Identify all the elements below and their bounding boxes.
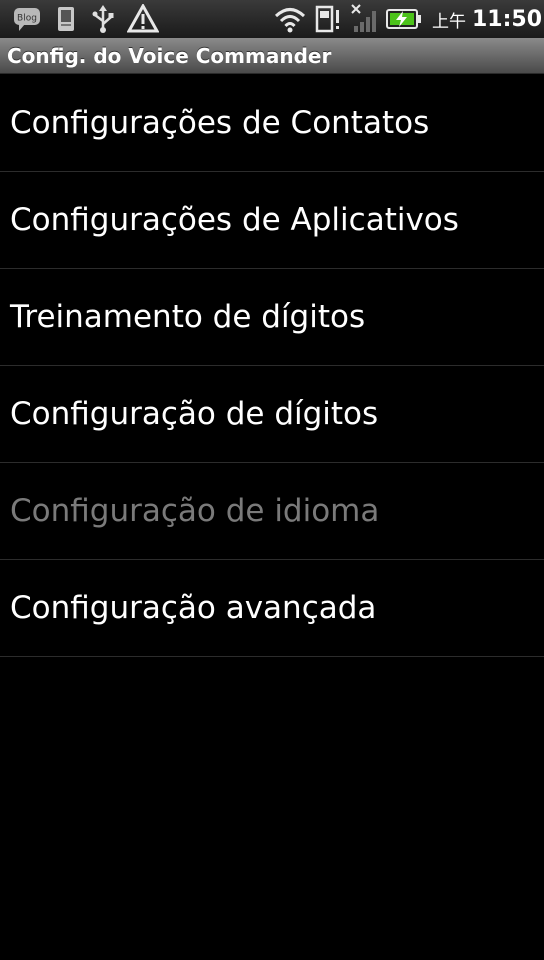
title-bar: Config. do Voice Commander (0, 38, 544, 74)
list-item-digit-training[interactable]: Treinamento de dígitos (0, 269, 544, 366)
page-title: Config. do Voice Commander (7, 44, 332, 68)
list-item-label: Configuração avançada (10, 590, 377, 626)
list-item-label: Configurações de Contatos (10, 105, 430, 141)
list-item-contacts-settings[interactable]: Configurações de Contatos (0, 75, 544, 172)
status-bar: Blog 上午 11:50 (0, 0, 544, 38)
sim-card-icon (54, 4, 78, 34)
status-time: 11:50 (472, 6, 543, 32)
list-item-label: Configurações de Aplicativos (10, 202, 459, 238)
settings-list: Configurações de Contatos Configurações … (0, 75, 544, 657)
status-period: 上午 (432, 11, 466, 32)
list-item-label: Configuração de idioma (10, 493, 380, 529)
battery-charging-icon (386, 4, 422, 34)
sd-card-alert-icon (314, 4, 344, 34)
list-item-label: Treinamento de dígitos (10, 299, 366, 335)
wifi-icon (274, 4, 306, 34)
warning-icon (126, 4, 160, 34)
list-item-advanced-configuration[interactable]: Configuração avançada (0, 560, 544, 657)
list-item-label: Configuração de dígitos (10, 396, 379, 432)
usb-icon (88, 4, 118, 34)
svg-text:Blog: Blog (17, 14, 37, 24)
list-item-digit-configuration[interactable]: Configuração de dígitos (0, 366, 544, 463)
list-item-language-configuration: Configuração de idioma (0, 463, 544, 560)
no-signal-icon (350, 4, 380, 34)
list-item-application-settings[interactable]: Configurações de Aplicativos (0, 172, 544, 269)
blog-icon: Blog (12, 4, 42, 34)
